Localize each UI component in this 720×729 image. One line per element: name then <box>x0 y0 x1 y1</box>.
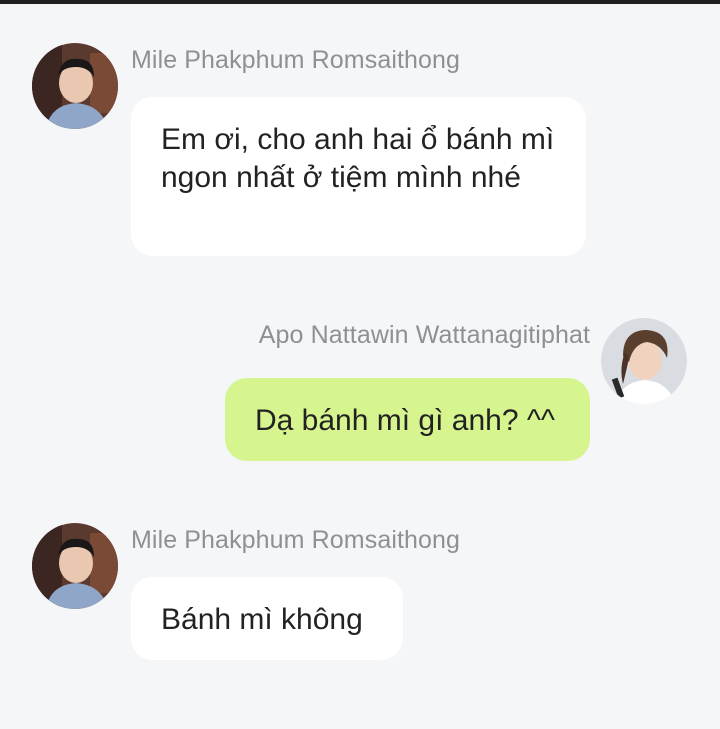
message-text: Bánh mì không <box>161 603 363 636</box>
top-bar <box>0 0 720 4</box>
avatar[interactable] <box>32 43 118 129</box>
avatar[interactable] <box>32 523 118 609</box>
sender-name: Mile Phakphum Romsaithong <box>131 526 461 554</box>
avatar[interactable] <box>601 318 687 404</box>
sender-name: Apo Nattawin Wattanagitiphat <box>258 321 590 349</box>
message-text: Em ơi, cho anh hai ổ bánh mì ngon nhất ở… <box>161 123 555 194</box>
message-bubble[interactable]: Em ơi, cho anh hai ổ bánh mì ngon nhất ở… <box>131 97 586 256</box>
sender-name: Mile Phakphum Romsaithong <box>131 46 461 74</box>
message-bubble[interactable]: Bánh mì không <box>131 577 403 660</box>
message-bubble[interactable]: Dạ bánh mì gì anh? ^^ <box>225 378 590 461</box>
message-text: Dạ bánh mì gì anh? ^^ <box>255 404 555 437</box>
